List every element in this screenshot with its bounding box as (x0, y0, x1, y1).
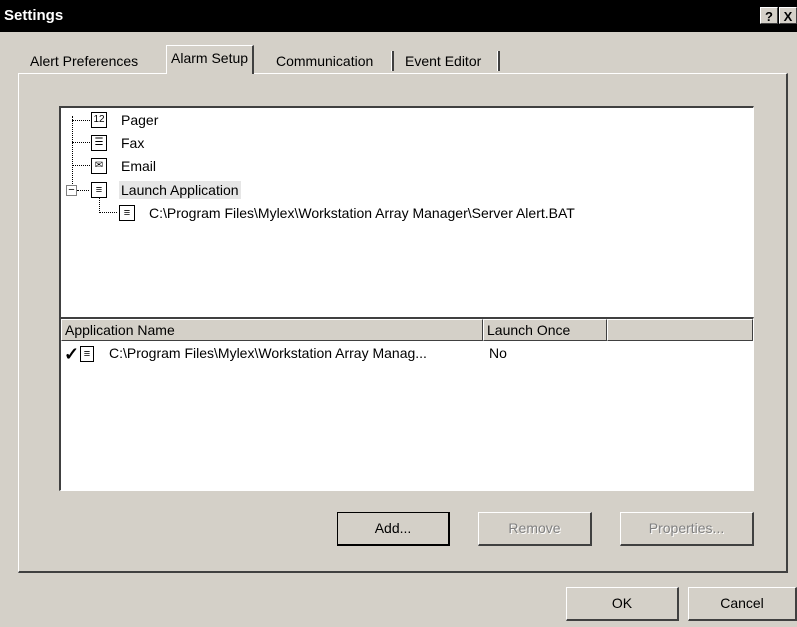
add-button[interactable]: Add... (337, 512, 450, 546)
window-title: Settings (4, 7, 64, 24)
column-header-launch-once[interactable]: Launch Once (483, 319, 607, 341)
tree-connector (99, 212, 117, 213)
tree-item-fax[interactable]: Fax (121, 135, 144, 151)
cell-launch-once: No (489, 345, 507, 361)
tab-communication[interactable]: Communication (272, 50, 377, 72)
properties-button[interactable]: Properties... (620, 512, 754, 546)
email-icon: ✉ (91, 158, 107, 174)
help-button[interactable]: ? (760, 7, 778, 24)
tab-separator (391, 51, 394, 71)
remove-button[interactable]: Remove (478, 512, 592, 546)
column-header-empty (607, 319, 753, 341)
tree-connector (72, 120, 90, 121)
tab-alarm-setup[interactable]: Alarm Setup (166, 45, 255, 74)
collapse-icon[interactable]: − (66, 185, 77, 196)
add-button-label: Add... (374, 520, 412, 536)
tree-connector (72, 165, 90, 166)
tree-connector (72, 116, 73, 192)
cancel-button[interactable]: Cancel (688, 587, 797, 621)
tree-connector (99, 198, 100, 213)
title-bar: Settings ? X (0, 0, 797, 32)
column-header-application-name[interactable]: Application Name (61, 319, 483, 341)
tree-item-pager[interactable]: Pager (121, 112, 158, 128)
application-icon: ≡ (80, 346, 94, 362)
tab-alert-preferences[interactable]: Alert Preferences (26, 50, 142, 72)
cell-application-name: C:\Program Files\Mylex\Workstation Array… (109, 345, 427, 361)
tree-connector (72, 142, 90, 143)
tree-item-email[interactable]: Email (121, 158, 156, 174)
application-icon: ≡ (91, 182, 107, 198)
close-button[interactable]: X (779, 7, 797, 24)
application-list-view[interactable]: Application Name Launch Once ✓ ≡ C:\Prog… (59, 317, 754, 491)
tree-item-server-alert[interactable]: C:\Program Files\Mylex\Workstation Array… (149, 205, 575, 221)
tree-connector (77, 190, 89, 191)
table-row[interactable]: ✓ ≡ C:\Program Files\Mylex\Workstation A… (61, 343, 753, 365)
check-icon: ✓ (64, 344, 80, 364)
application-icon: ≡ (119, 205, 135, 221)
pager-icon: 12 (91, 112, 107, 128)
alarm-tree-view[interactable]: 12 Pager ☰ Fax ✉ Email − ≡ Launch Applic… (59, 106, 754, 318)
fax-icon: ☰ (91, 135, 107, 151)
ok-button[interactable]: OK (566, 587, 679, 621)
tree-item-launch-application[interactable]: Launch Application (119, 181, 241, 199)
tab-separator (497, 51, 500, 71)
tab-event-editor[interactable]: Event Editor (401, 50, 485, 72)
